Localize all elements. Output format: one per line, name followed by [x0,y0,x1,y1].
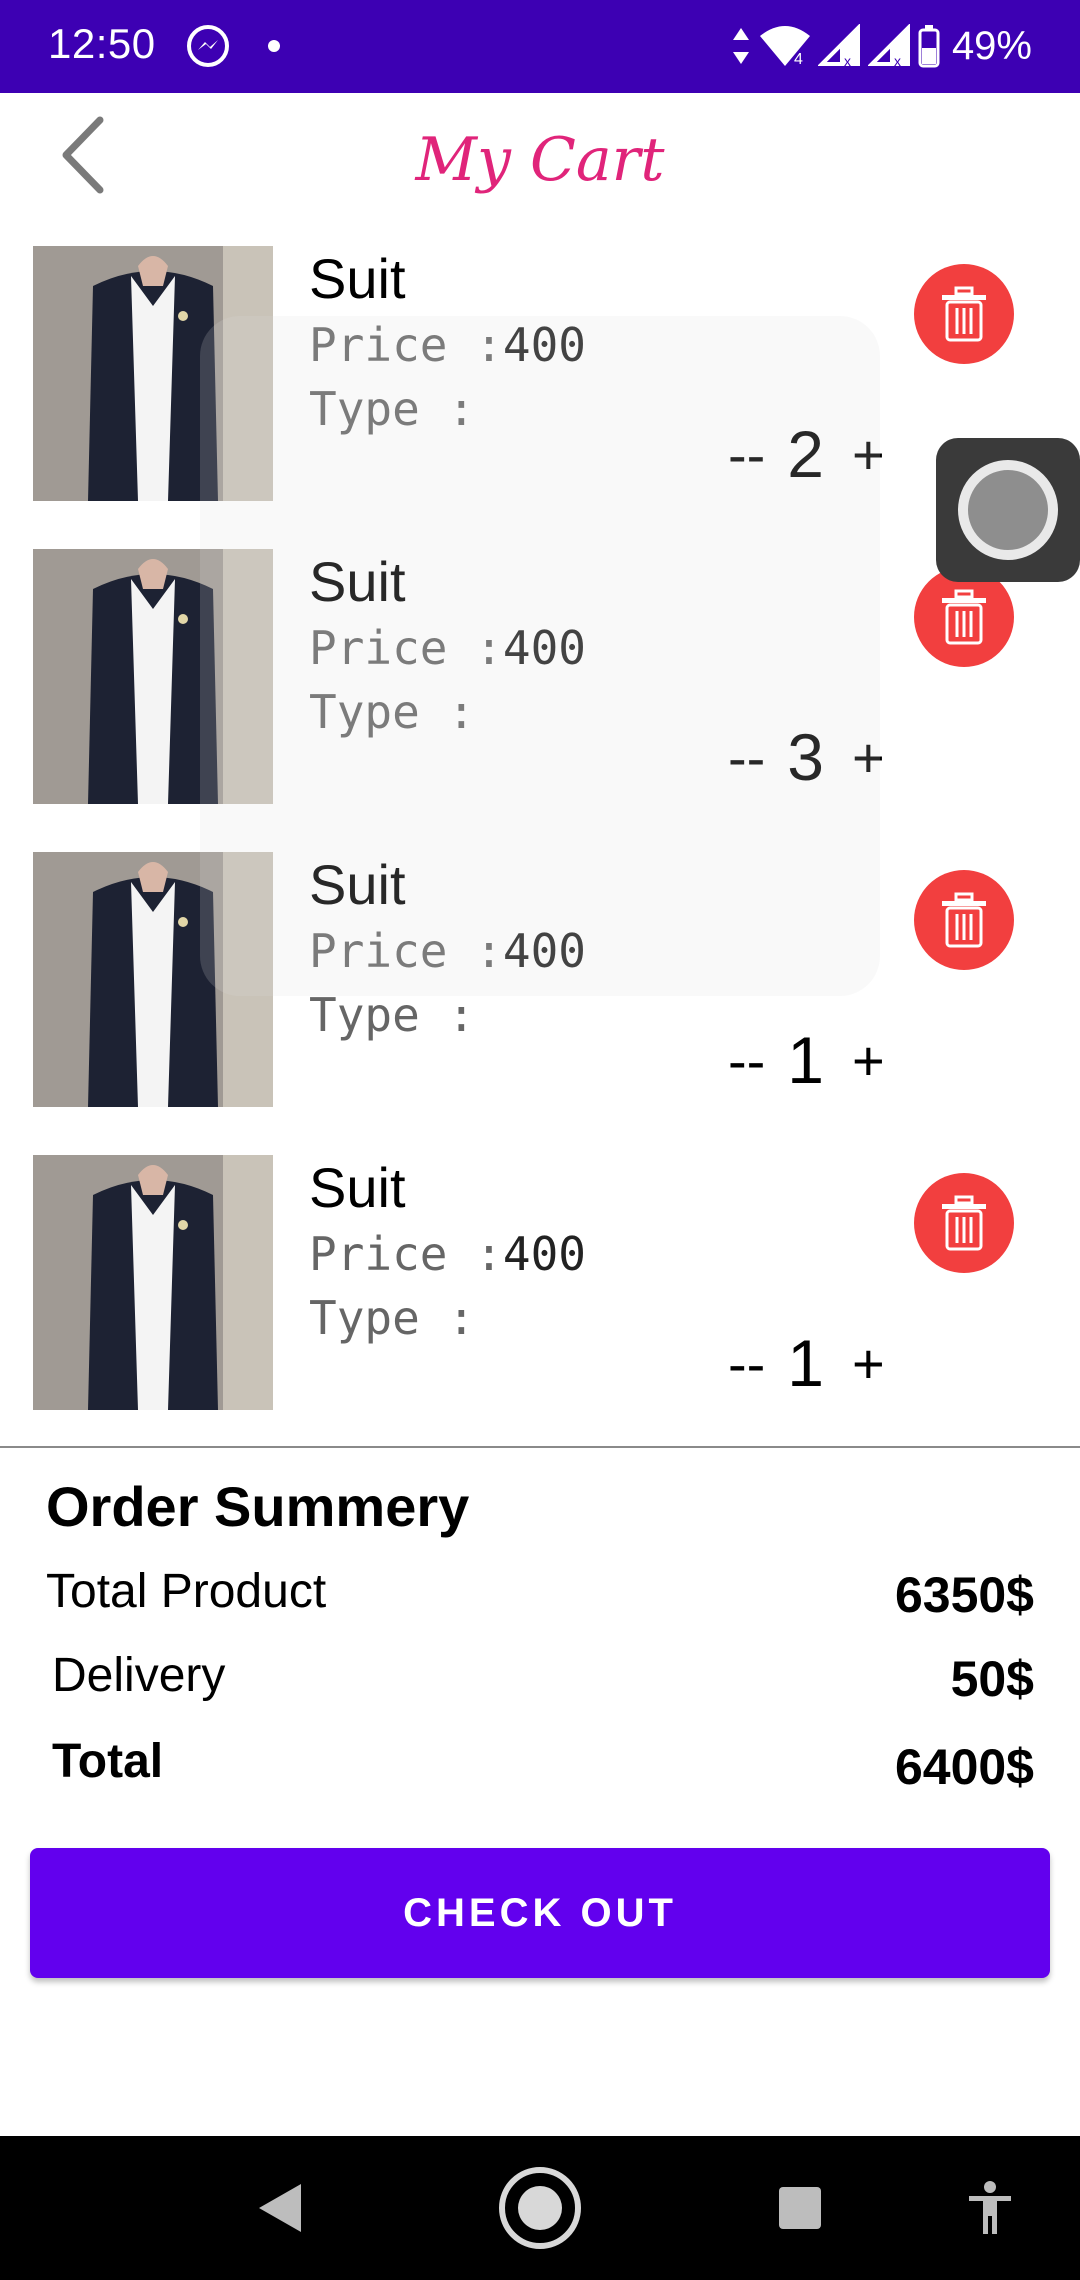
back-triangle-icon [259,2184,301,2232]
status-icons: 4 x x 49% [730,20,1032,72]
nav-home-button[interactable] [496,2136,584,2280]
total-value: 6400$ [894,1739,1034,1795]
price-label: Price : [309,1227,503,1281]
decrease-button[interactable]: -- [728,1028,765,1093]
item-type: Type : [309,1291,476,1345]
item-type: Type : [309,988,476,1042]
trash-icon [942,286,986,342]
trash-icon [942,1195,986,1251]
notification-dot-icon [268,40,280,52]
cart-item: Suit Price :400 Type : -- 1 + [0,1155,1080,1458]
item-price: Price :400 [309,1227,586,1281]
battery-percentage: 49% [951,23,1032,68]
nav-back-button[interactable] [240,2136,320,2280]
status-time: 12:50 [48,20,156,67]
quantity-stepper: -- 1 + [728,1023,885,1097]
trash-icon [942,589,986,645]
signal-icon: x [817,24,860,68]
delivery-value: 50$ [950,1651,1034,1707]
messenger-icon [187,25,229,67]
total-product-label: Total Product [46,1565,327,1618]
decrease-button[interactable]: -- [728,1331,765,1396]
total-product-value: 6350$ [894,1567,1034,1623]
recents-square-icon [779,2187,821,2229]
svg-text:x: x [894,53,901,68]
battery-icon [918,25,940,68]
home-circle-icon [499,2167,581,2249]
item-name: Suit [309,247,406,310]
quantity-value: 1 [787,1023,825,1097]
delivery-label: Delivery [52,1649,226,1702]
navigation-bar [0,2136,1080,2280]
trash-icon [942,892,986,948]
delete-button[interactable] [914,1173,1014,1273]
quantity-value: 1 [787,1326,825,1400]
assistive-menu-overlay [200,316,880,996]
status-bar: 12:50 4 x x 49% [0,0,1080,93]
nav-accessibility-button[interactable] [960,2136,1020,2280]
wifi-icon: 4 [759,26,810,68]
accessibility-icon [969,2181,1011,2234]
nav-recents-button[interactable] [772,2136,828,2280]
item-name: Suit [309,1156,406,1219]
price-value: 400 [502,1227,586,1281]
svg-text:x: x [844,53,851,68]
svg-text:4: 4 [794,51,803,68]
delete-button[interactable] [914,264,1014,364]
checkout-button[interactable]: CHECK OUT [30,1848,1050,1978]
order-summary-title: Order Summery [46,1475,470,1538]
delete-button[interactable] [914,567,1014,667]
signal-icon-2: x [867,24,910,68]
increase-button[interactable]: + [852,1331,885,1396]
total-label: Total [52,1735,164,1788]
delete-button[interactable] [914,870,1014,970]
divider [0,1446,1080,1448]
assistive-ring-icon [958,460,1058,560]
quantity-stepper: -- 1 + [728,1326,885,1400]
page-title: My Cart [415,125,665,195]
data-arrows-icon [732,28,749,64]
suit-product-image [33,1155,273,1410]
assistive-touch-button[interactable] [936,438,1080,582]
increase-button[interactable]: + [852,1028,885,1093]
